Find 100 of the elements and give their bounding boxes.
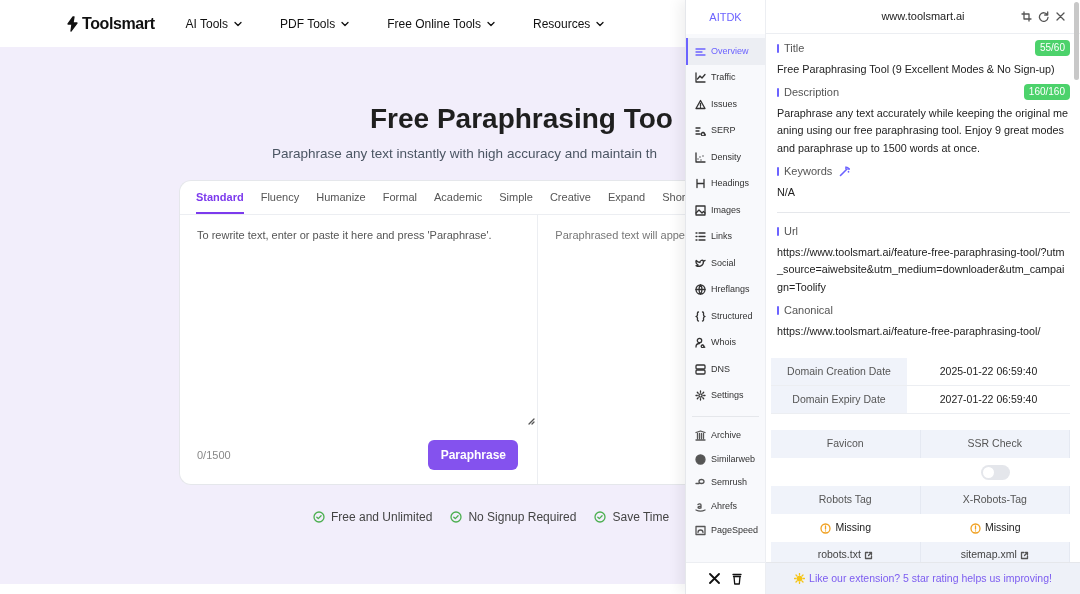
page-subtitle: Paraphrase any text instantly with high accuracy and maintain th (272, 145, 658, 163)
heading-icon (695, 178, 706, 190)
table-cell-text: 2027-01-22 06:59:40 (938, 391, 1039, 407)
sun-icon (794, 573, 806, 584)
domain-title: www.toolsmart.ai (881, 9, 965, 25)
sidebar-link[interactable]: Similarweb (686, 447, 765, 472)
warning-circle-icon (820, 522, 832, 534)
sidebar-item[interactable]: Links (686, 223, 765, 250)
sidebar-item[interactable]: Traffic (686, 64, 765, 91)
sidebar-item[interactable]: DNS (686, 356, 765, 383)
label-marker (777, 87, 779, 97)
user-search-icon (695, 337, 706, 349)
mode-tab[interactable]: Simple (499, 188, 533, 215)
search-list-icon (695, 125, 706, 137)
field-label: Title (784, 41, 805, 56)
field-label: Description (784, 85, 840, 100)
field-value: https://www.toolsmart.ai/feature-free-paraphrasing-tool/?utm_source=aiwebsite&utm_medium=downloader&utm_campaign=Toolify (777, 244, 1066, 295)
resize-handle-icon[interactable] (528, 418, 536, 426)
feature-text: Save Time (612, 509, 670, 527)
bolt-logo-icon (66, 15, 80, 32)
table-header-cell: X-Robots-Tag (920, 486, 1070, 514)
nav-menu[interactable]: Free Online Tools (387, 14, 496, 33)
table-header-cell: Robots Tag (771, 486, 921, 514)
mode-tab[interactable]: Academic (434, 188, 483, 215)
field-label: Url (784, 224, 799, 239)
cup-icon[interactable] (732, 572, 742, 585)
crop-icon[interactable] (1021, 11, 1032, 22)
check-circle-icon (450, 511, 463, 524)
table-cell-text: 2025-01-22 06:59:40 (938, 363, 1039, 379)
field-value: N/A (777, 184, 796, 200)
letter-a-icon (695, 501, 706, 513)
mode-tab[interactable]: Humanize (316, 188, 366, 215)
magic-wand-icon[interactable] (839, 165, 851, 177)
page-title: Free Paraphrasing Too (370, 102, 674, 136)
label-marker (777, 305, 779, 315)
status-text: Missing (835, 520, 872, 536)
line-chart-icon (695, 72, 706, 84)
label-marker (777, 226, 779, 236)
field-value: https://www.toolsmart.ai/feature-free-paraphrasing-tool/ (777, 323, 1042, 339)
sidebar-link[interactable]: PageSpeed (686, 518, 765, 543)
sidebar-item[interactable]: Settings (686, 382, 765, 409)
sidebar-item[interactable]: Hreflangs (686, 276, 765, 303)
scatter-chart-icon (695, 151, 706, 163)
server-icon (695, 363, 706, 375)
feature-text: No Signup Required (468, 509, 577, 527)
mode-tab[interactable]: Expand (607, 188, 646, 215)
sidebar-item[interactable]: Issues (686, 91, 765, 118)
sidebar-link[interactable]: Semrush (686, 471, 765, 496)
label-marker (777, 166, 779, 176)
feature-text: Free and Unlimited (331, 509, 433, 527)
field-label: Keywords (784, 164, 833, 179)
circle-icon (695, 454, 706, 466)
field-value: Free Paraphrasing Tool (9 Excellent Modes & No Sign-up) (777, 61, 1056, 77)
field-value: Paraphrase any text accurately while keeping the original meaning using our free paraphrasing tool. Enjoy 9 great modes and paraphrase up to 1500 words at once. (777, 105, 1070, 156)
logo-text[interactable]: Toolsmart (82, 11, 155, 36)
external-link-icon (863, 550, 873, 560)
close-icon[interactable] (1055, 11, 1066, 22)
mode-tab[interactable]: Standard (196, 188, 244, 215)
warning-circle-icon (969, 522, 981, 534)
table-header-cell: Domain Creation Date (771, 358, 907, 385)
settings-icon (695, 390, 706, 402)
globe-icon (695, 284, 706, 296)
mode-tab[interactable]: Creative (549, 188, 591, 215)
label-marker (777, 43, 779, 53)
sidebar-item[interactable]: Social (686, 250, 765, 277)
sidebar-item[interactable]: Overview (686, 38, 765, 65)
paraphrase-button[interactable]: Paraphrase (428, 440, 519, 471)
list-icon (695, 231, 706, 243)
brand-name: AITDK (709, 9, 742, 25)
mode-tab[interactable]: Formal (382, 188, 417, 215)
table-header-cell: Domain Expiry Date (771, 386, 907, 413)
sidebar-item[interactable]: Images (686, 197, 765, 224)
bird-icon (695, 257, 706, 269)
sidebar-item[interactable]: Headings (686, 170, 765, 197)
gauge-icon (695, 525, 706, 537)
columns-icon (695, 430, 706, 442)
sidebar-item[interactable]: SERP (686, 117, 765, 144)
field-label: Canonical (784, 303, 833, 318)
table-header-cell: SSR Check (920, 430, 1070, 458)
sidebar-link[interactable]: Archive (686, 424, 765, 448)
toggle-switch[interactable] (980, 464, 1010, 480)
nav-menu[interactable]: Resources (533, 14, 606, 33)
status-text: Missing (984, 520, 1021, 536)
scrollbar-thumb[interactable] (1074, 2, 1079, 80)
nav-menu[interactable]: AI Tools (185, 14, 244, 33)
braces-icon (695, 310, 706, 322)
nav-menu[interactable]: PDF Tools (280, 14, 351, 33)
warning-icon (695, 98, 706, 110)
x-logo-icon[interactable] (709, 573, 720, 584)
sidebar-item[interactable]: Density (686, 144, 765, 171)
mode-tab[interactable]: Fluency (260, 188, 300, 215)
check-circle-icon (594, 511, 607, 524)
mode-tab[interactable]: Shor (662, 188, 685, 215)
refresh-icon[interactable] (1038, 11, 1049, 22)
table-header-cell: Favicon (771, 430, 921, 458)
sidebar-item[interactable]: Whois (686, 329, 765, 356)
sidebar-item[interactable]: Structured (686, 303, 765, 330)
count-badge: 160/160 (1023, 84, 1070, 101)
sidebar-link[interactable]: Ahrefs (686, 495, 765, 519)
lines-icon (695, 45, 706, 57)
